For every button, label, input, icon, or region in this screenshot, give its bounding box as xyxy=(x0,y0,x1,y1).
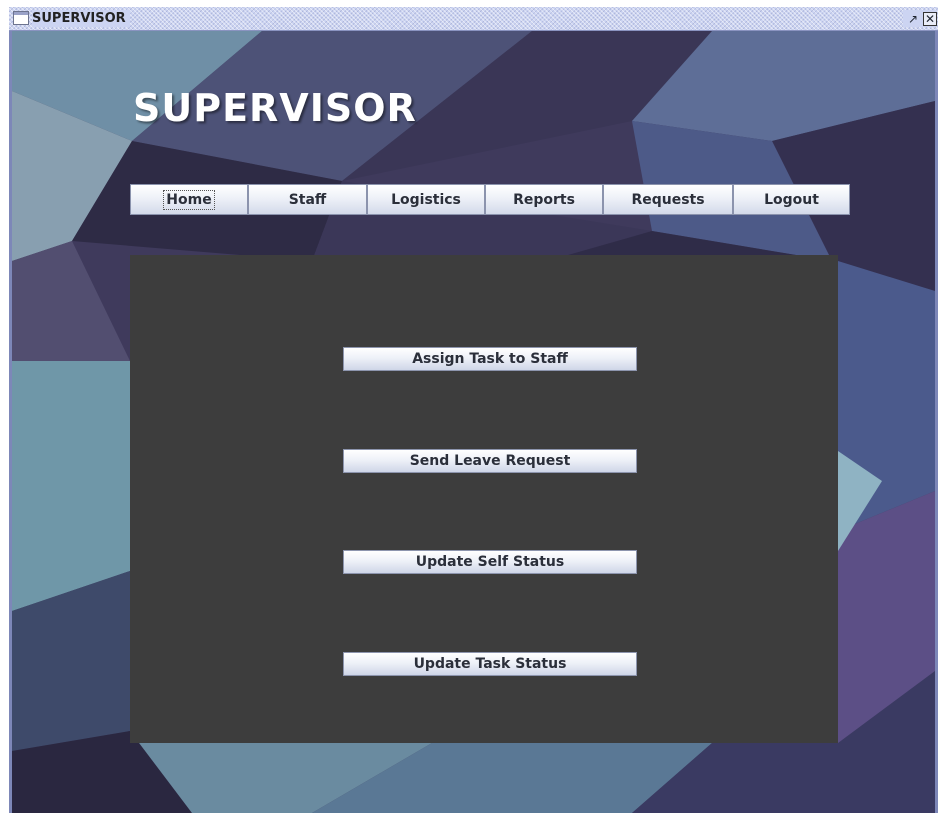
update-task-status-button[interactable]: Update Task Status xyxy=(343,652,637,676)
nav-logistics-label: Logistics xyxy=(391,191,461,208)
nav-requests-button[interactable]: Requests xyxy=(603,184,733,215)
restore-icon[interactable]: ↗︎ xyxy=(906,12,920,26)
nav-staff-button[interactable]: Staff xyxy=(248,184,367,215)
update-self-status-button[interactable]: Update Self Status xyxy=(343,550,637,574)
nav-reports-button[interactable]: Reports xyxy=(485,184,603,215)
close-icon[interactable]: ✕ xyxy=(923,11,937,26)
nav-reports-label: Reports xyxy=(513,191,575,208)
content-area: SUPERVISOR Home Staff Logistics Reports … xyxy=(12,31,935,813)
nav-logout-label: Logout xyxy=(764,191,819,208)
window-icon xyxy=(13,11,29,25)
page-title: SUPERVISOR xyxy=(133,86,417,130)
main-navigation: Home Staff Logistics Reports Requests Lo… xyxy=(130,184,850,215)
send-leave-request-button[interactable]: Send Leave Request xyxy=(343,449,637,473)
home-panel: Assign Task to Staff Send Leave Request … xyxy=(130,255,838,743)
window-controls: ↗︎ ✕ xyxy=(903,10,937,27)
window-titlebar[interactable]: SUPERVISOR ↗︎ ✕ xyxy=(9,7,938,31)
app-window: SUPERVISOR ↗︎ ✕ SUPERVISOR Home Staff Lo… xyxy=(9,7,938,813)
nav-staff-label: Staff xyxy=(288,191,327,208)
nav-home-label: Home xyxy=(163,189,215,210)
nav-logistics-button[interactable]: Logistics xyxy=(367,184,485,215)
nav-logout-button[interactable]: Logout xyxy=(733,184,850,215)
nav-requests-label: Requests xyxy=(631,191,705,208)
assign-task-button[interactable]: Assign Task to Staff xyxy=(343,347,637,371)
window-title: SUPERVISOR xyxy=(32,10,130,27)
nav-home-button[interactable]: Home xyxy=(130,184,248,215)
